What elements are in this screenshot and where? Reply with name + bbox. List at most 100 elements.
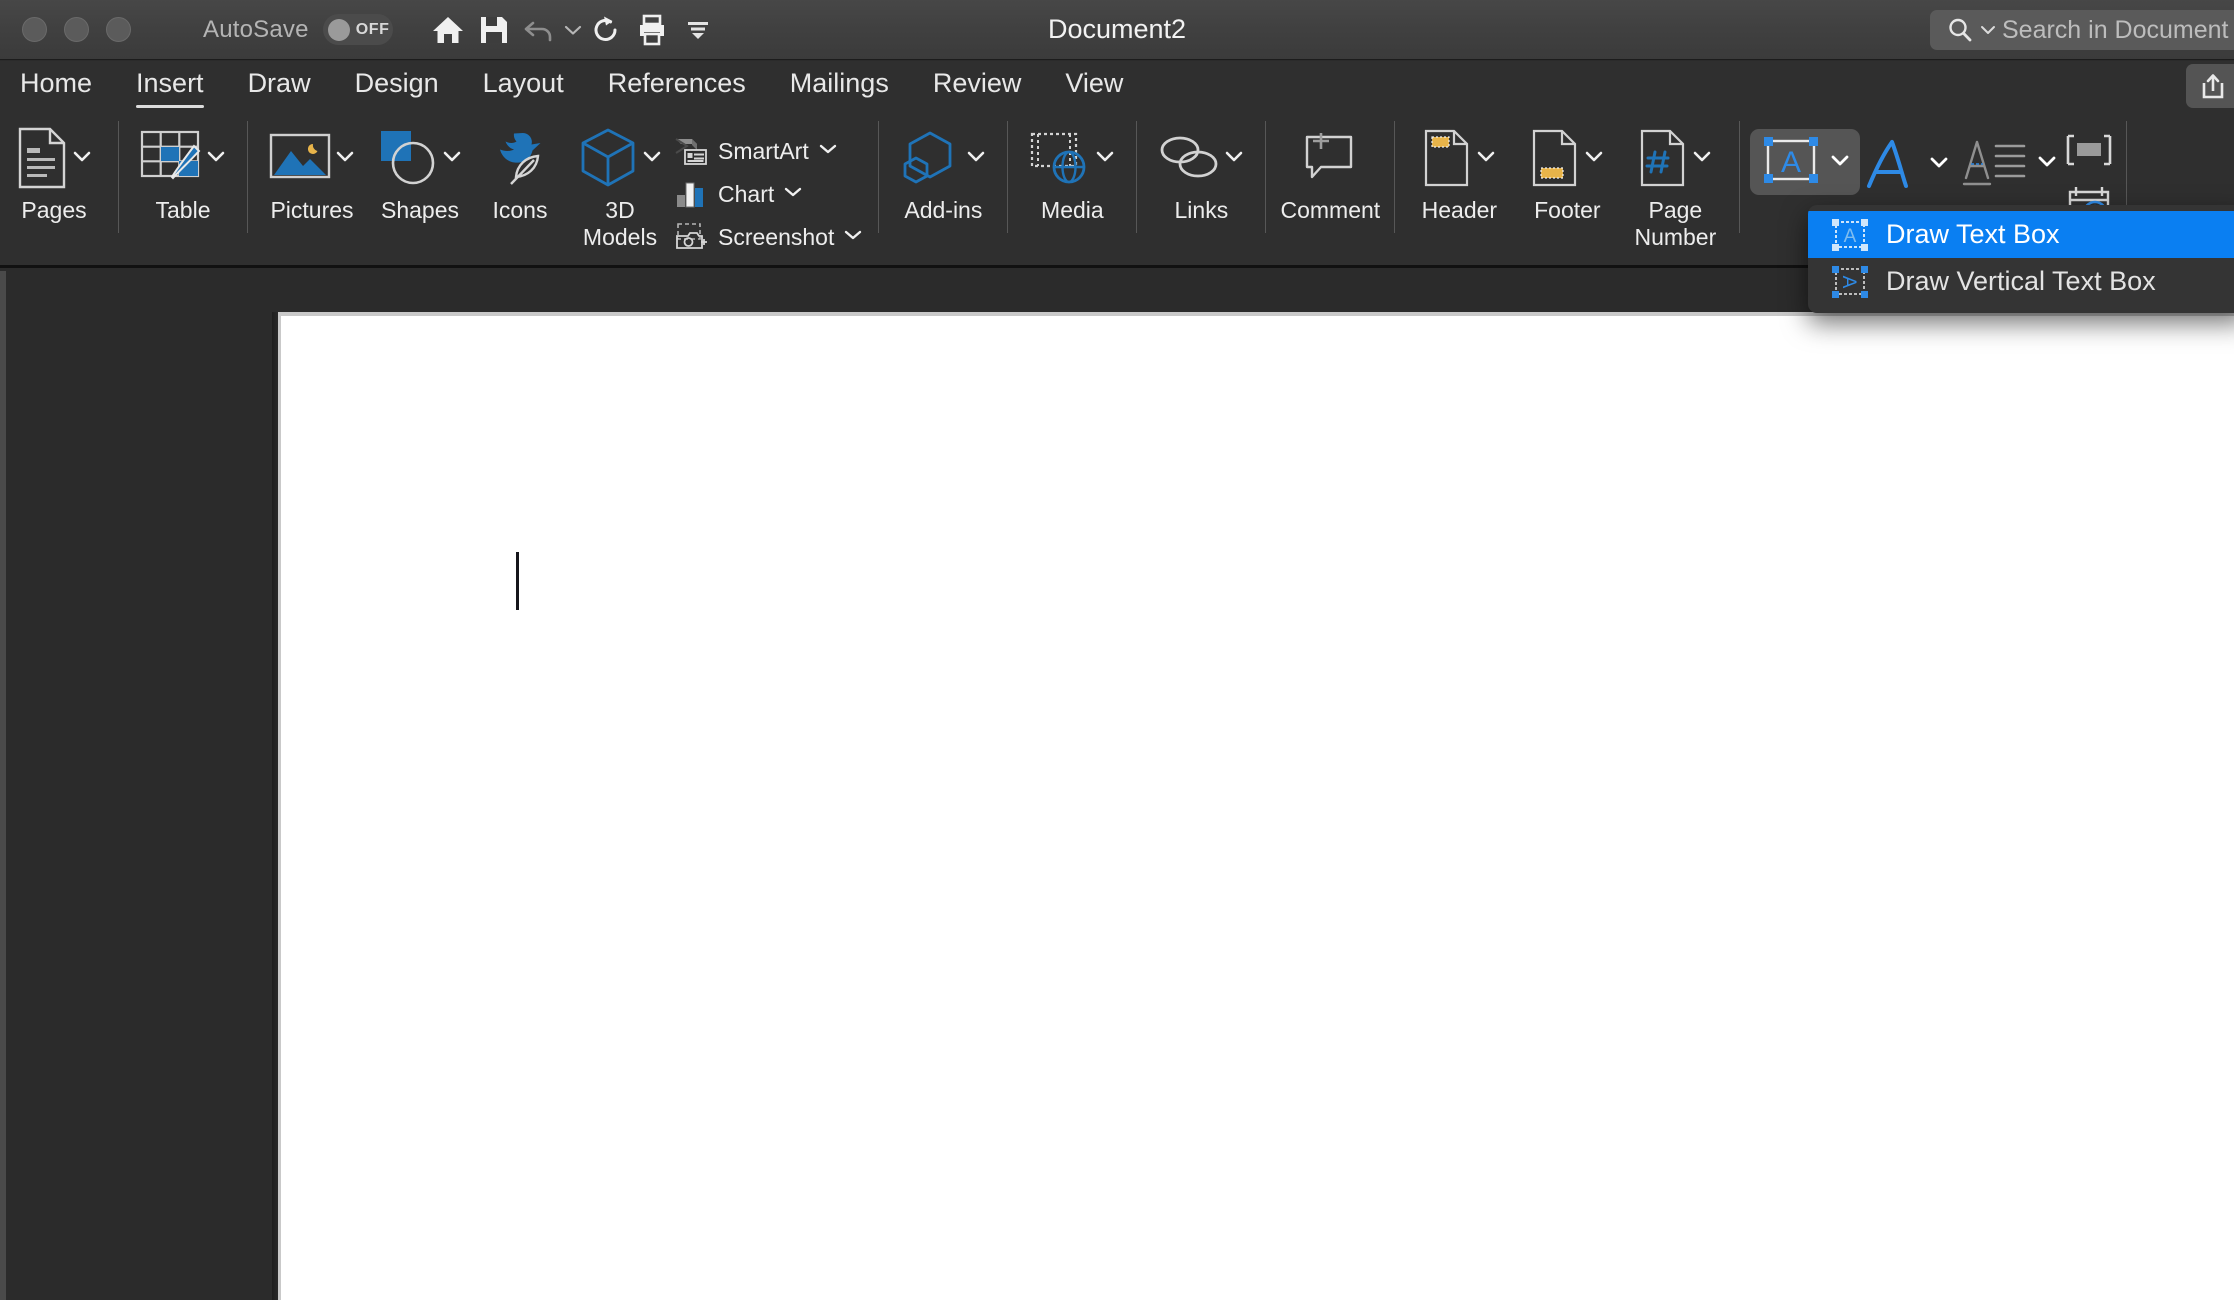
ribbon-item-chart[interactable]: Chart [674, 176, 868, 212]
pictures-icon [269, 132, 331, 184]
media-icon [1029, 129, 1091, 187]
share-button[interactable] [2186, 64, 2234, 108]
svg-text:A: A [1838, 275, 1859, 288]
ribbon-item-label: Add-ins [904, 197, 983, 223]
chart-chevron-down-icon[interactable] [784, 185, 802, 203]
title-bar: AutoSave OFF Document2 Search in Documen… [0, 0, 2234, 60]
search-input[interactable]: Search in Document [1930, 10, 2234, 50]
tab-references[interactable]: References [608, 65, 746, 105]
document-page[interactable] [278, 312, 2234, 1300]
document-workspace [0, 271, 2234, 1300]
autosave-label: AutoSave [203, 15, 309, 43]
3d-models-chevron-down-icon[interactable] [642, 149, 662, 168]
ribbon-item-label: Footer [1534, 197, 1601, 223]
table-chevron-down-icon[interactable] [206, 149, 226, 168]
ribbon-item-comment[interactable]: Comment [1276, 119, 1384, 224]
wordart-chevron-down-icon[interactable] [1928, 155, 1950, 174]
ribbon-item-header[interactable]: Header [1405, 119, 1513, 224]
text-field-button[interactable] [2062, 133, 2116, 172]
text-cursor [516, 552, 519, 610]
tab-mailings[interactable]: Mailings [790, 65, 889, 105]
ribbon-group-illustrations: Pictures Shapes Icons 3D Models SmartArt… [258, 109, 868, 265]
home-icon[interactable] [425, 7, 471, 53]
tab-design[interactable]: Design [355, 65, 439, 105]
tab-home[interactable]: Home [20, 65, 92, 105]
pages-chevron-down-icon[interactable] [72, 149, 92, 168]
tab-view[interactable]: View [1065, 65, 1123, 105]
maximize-window-button[interactable] [106, 17, 131, 42]
ribbon-item-label: Links [1174, 197, 1229, 223]
minimize-window-button[interactable] [64, 17, 89, 42]
ribbon-item-screenshot[interactable]: Screenshot [674, 219, 868, 255]
ribbon-item-icons[interactable]: Icons [474, 119, 566, 224]
shapes-chevron-down-icon[interactable] [442, 149, 462, 168]
ribbon-item-table[interactable]: Table [129, 119, 237, 224]
ribbon-item-add-ins[interactable]: Add-ins [889, 119, 997, 224]
screenshot-chevron-down-icon[interactable] [844, 228, 862, 246]
ribbon-item-label: Shapes [380, 197, 459, 223]
ribbon-item-media[interactable]: Media [1018, 119, 1126, 224]
header-chevron-down-icon[interactable] [1476, 149, 1496, 168]
ribbon-item-links[interactable]: Links [1147, 119, 1255, 224]
ribbon-item-label: Table [155, 197, 211, 223]
ribbon-item-footer[interactable]: Footer [1513, 119, 1621, 224]
page-number-icon [1638, 128, 1688, 188]
autosave-control[interactable]: AutoSave OFF [203, 14, 393, 45]
print-icon[interactable] [629, 7, 675, 53]
menu-item-label: Draw Vertical Text Box [1886, 266, 2156, 296]
footer-chevron-down-icon[interactable] [1584, 149, 1604, 168]
shapes-icon [378, 128, 438, 188]
ribbon-item-page-number[interactable]: Page Number [1621, 119, 1729, 251]
text-box-chevron-down-icon[interactable] [1829, 153, 1851, 172]
autosave-knob [327, 18, 350, 41]
ribbon-group-links: Links [1147, 109, 1255, 265]
links-chevron-down-icon[interactable] [1224, 149, 1244, 168]
save-icon[interactable] [471, 7, 517, 53]
ribbon-item-label: 3D Models [582, 197, 658, 250]
redo-icon[interactable] [583, 7, 629, 53]
3d-models-icon [578, 127, 638, 189]
ribbon-item-label: Pages [21, 197, 87, 223]
text-field-icon [2067, 134, 2112, 166]
ribbon-item-label: Comment [1280, 197, 1381, 223]
tab-insert[interactable]: Insert [136, 65, 204, 108]
pictures-chevron-down-icon[interactable] [335, 149, 355, 168]
ribbon-item-pages[interactable]: Pages [0, 119, 108, 224]
ribbon-item-shapes[interactable]: Shapes [366, 119, 474, 224]
ribbon-separator [1136, 121, 1138, 233]
menu-item-draw-vertical-text-box[interactable]: A Draw Vertical Text Box [1808, 258, 2234, 305]
ribbon-separator [1739, 121, 1741, 233]
ribbon-separator [118, 121, 119, 233]
undo-caret-icon[interactable] [563, 24, 583, 36]
autosave-state-label: OFF [355, 20, 390, 38]
tab-draw[interactable]: Draw [248, 65, 311, 105]
tab-layout[interactable]: Layout [483, 65, 564, 105]
autosave-toggle[interactable]: OFF [322, 14, 393, 45]
drop-cap-chevron-down-icon[interactable] [2036, 154, 2058, 173]
wordart-button[interactable] [1860, 129, 1954, 199]
search-placeholder: Search in Document [2002, 15, 2229, 44]
addins-chevron-down-icon[interactable] [966, 149, 986, 168]
ribbon-separator [1265, 121, 1267, 233]
ribbon-item-3d-models[interactable]: 3D Models [566, 119, 674, 251]
ribbon-group-comment: Comment [1276, 109, 1384, 265]
drop-cap-button[interactable] [1954, 129, 2062, 197]
smartart-chevron-down-icon[interactable] [819, 142, 837, 160]
media-chevron-down-icon[interactable] [1095, 149, 1115, 168]
customize-toolbar-icon[interactable] [675, 7, 721, 53]
ribbon-item-label: Chart [718, 180, 775, 207]
undo-icon[interactable] [517, 7, 563, 53]
ribbon-item-pictures[interactable]: Pictures [258, 119, 366, 224]
tab-review[interactable]: Review [933, 65, 1022, 105]
smartart-icon [674, 136, 708, 166]
quick-access-toolbar [425, 7, 721, 53]
page-number-chevron-down-icon[interactable] [1692, 149, 1712, 168]
ribbon-group-table: Table [129, 109, 237, 265]
ribbon-tabs: Home Insert Draw Design Layout Reference… [0, 61, 2234, 109]
menu-item-draw-text-box[interactable]: A Draw Text Box [1808, 211, 2234, 258]
search-chevron-down-icon [1981, 26, 1995, 34]
close-window-button[interactable] [22, 17, 47, 42]
ribbon-item-smartart[interactable]: SmartArt [674, 133, 868, 169]
ribbon-separator [1007, 121, 1009, 233]
text-box-button[interactable]: A [1750, 129, 1861, 195]
